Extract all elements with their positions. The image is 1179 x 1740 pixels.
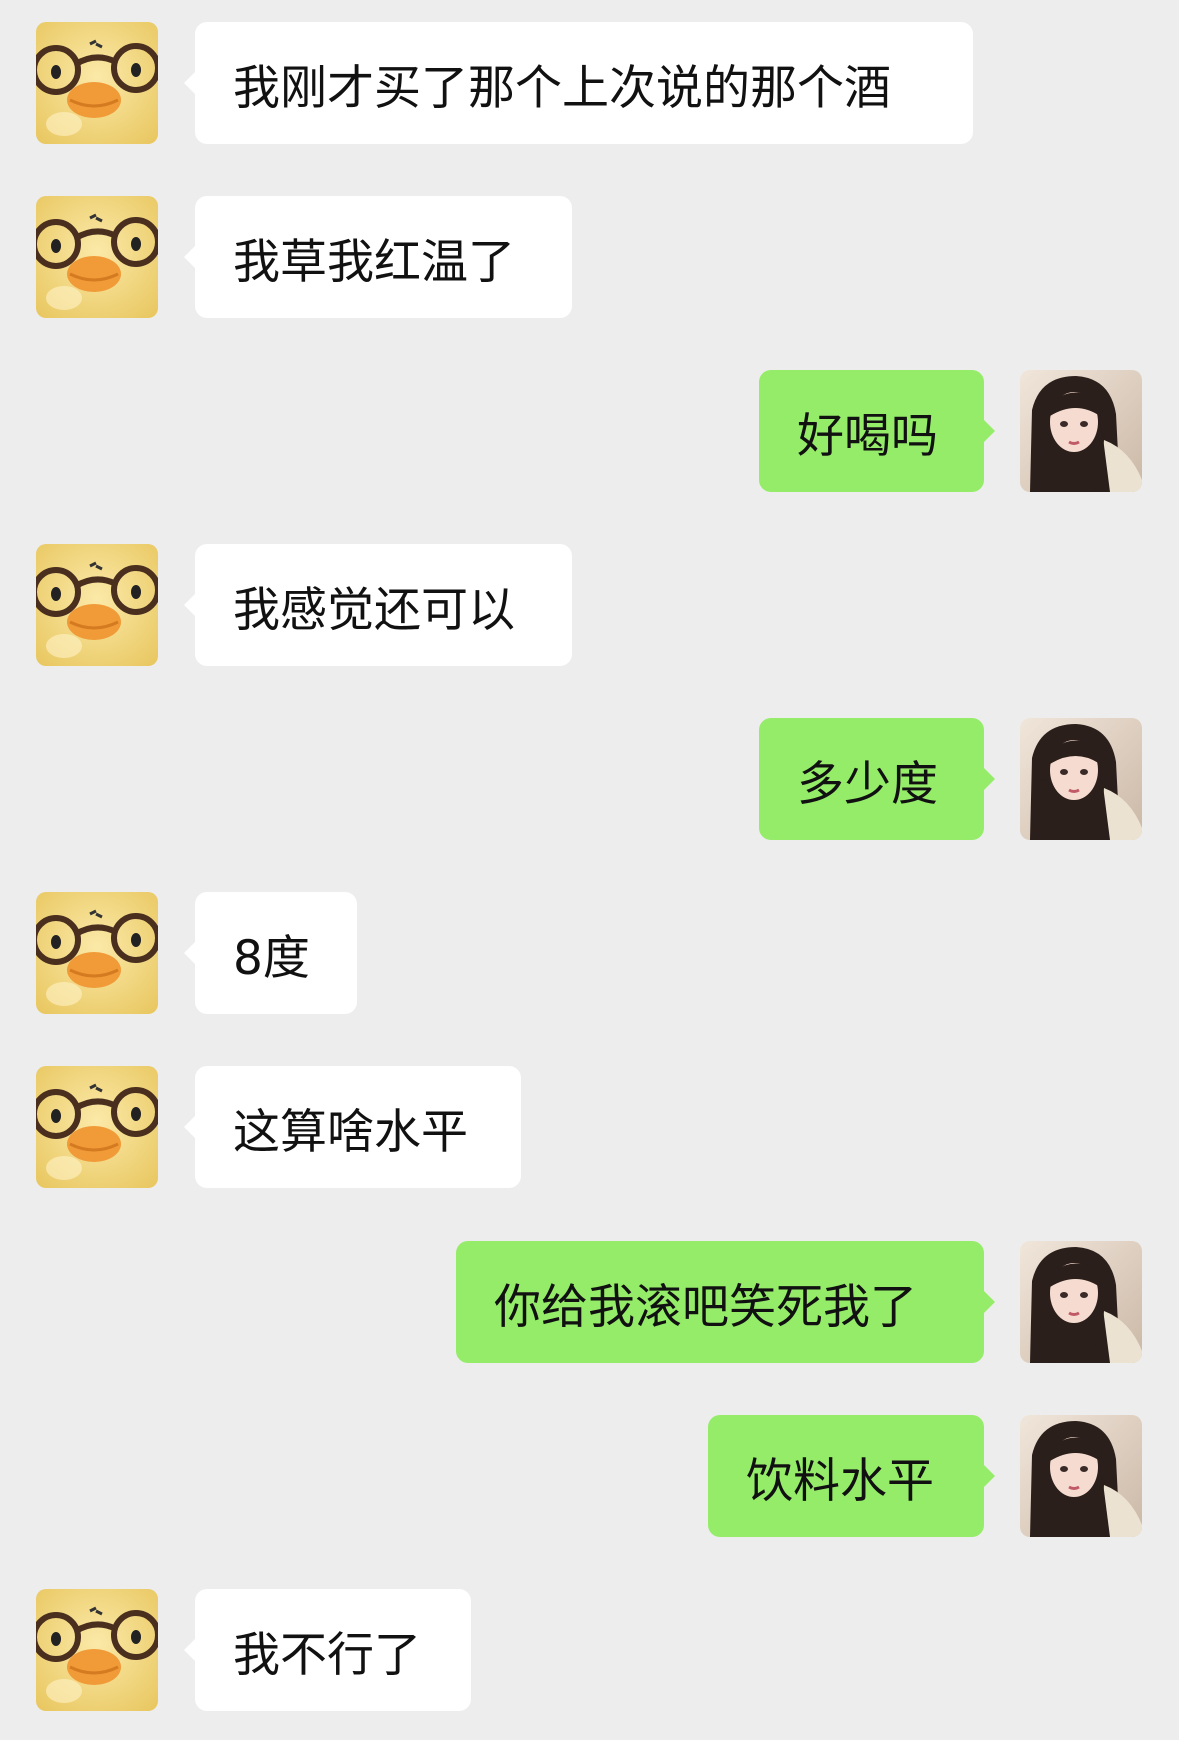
girl-portrait-avatar-icon <box>1020 1415 1142 1537</box>
message-text: 饮料水平 <box>746 1453 934 1509</box>
message-text: 8度 <box>233 930 310 986</box>
duck-with-glasses-avatar-icon <box>36 1589 158 1711</box>
chat-message-list[interactable]: 我刚才买了那个上次说的那个酒 我草我红温了 好喝吗 我感觉还可以 多少度 8度 … <box>0 0 1179 1740</box>
girl-portrait-avatar-icon <box>1020 370 1142 492</box>
message-row-outgoing: 饮料水平 <box>0 1415 1179 1539</box>
message-bubble-outgoing[interactable]: 饮料水平 <box>708 1415 995 1537</box>
message-bubble-outgoing[interactable]: 你给我滚吧笑死我了 <box>456 1241 995 1363</box>
girl-portrait-avatar-icon <box>1020 718 1142 840</box>
message-text: 我草我红温了 <box>233 234 515 290</box>
message-row-outgoing: 多少度 <box>0 718 1179 842</box>
message-text: 好喝吗 <box>797 408 938 464</box>
contact-avatar[interactable] <box>36 1066 158 1188</box>
message-row-outgoing: 好喝吗 <box>0 370 1179 494</box>
duck-with-glasses-avatar-icon <box>36 892 158 1014</box>
duck-with-glasses-avatar-icon <box>36 22 158 144</box>
message-row-incoming: 这算啥水平 <box>0 1066 1179 1190</box>
message-bubble-outgoing[interactable]: 多少度 <box>759 718 995 840</box>
message-row-incoming: 我感觉还可以 <box>0 544 1179 668</box>
contact-avatar[interactable] <box>36 1589 158 1711</box>
message-text: 多少度 <box>797 756 938 812</box>
message-bubble-incoming[interactable]: 我不行了 <box>184 1589 471 1711</box>
duck-with-glasses-avatar-icon <box>36 1066 158 1188</box>
message-row-incoming: 我刚才买了那个上次说的那个酒 <box>0 22 1179 146</box>
message-row-incoming: 我草我红温了 <box>0 196 1179 320</box>
duck-with-glasses-avatar-icon <box>36 544 158 666</box>
message-row-incoming: 我不行了 <box>0 1589 1179 1713</box>
message-text: 这算啥水平 <box>233 1104 468 1160</box>
message-bubble-incoming[interactable]: 我感觉还可以 <box>184 544 572 666</box>
message-text: 你给我滚吧笑死我了 <box>494 1279 917 1335</box>
message-text: 我刚才买了那个上次说的那个酒 <box>233 60 891 116</box>
message-row-incoming: 8度 <box>0 892 1179 1016</box>
message-bubble-incoming[interactable]: 我刚才买了那个上次说的那个酒 <box>184 22 973 144</box>
message-bubble-incoming[interactable]: 这算啥水平 <box>184 1066 521 1188</box>
contact-avatar[interactable] <box>36 196 158 318</box>
message-bubble-outgoing[interactable]: 好喝吗 <box>759 370 995 492</box>
self-avatar[interactable] <box>1020 718 1142 840</box>
self-avatar[interactable] <box>1020 1241 1142 1363</box>
girl-portrait-avatar-icon <box>1020 1241 1142 1363</box>
message-bubble-incoming[interactable]: 8度 <box>184 892 357 1014</box>
contact-avatar[interactable] <box>36 892 158 1014</box>
message-bubble-incoming[interactable]: 我草我红温了 <box>184 196 572 318</box>
self-avatar[interactable] <box>1020 1415 1142 1537</box>
message-row-outgoing: 你给我滚吧笑死我了 <box>0 1241 1179 1365</box>
message-text: 我感觉还可以 <box>233 582 515 638</box>
contact-avatar[interactable] <box>36 22 158 144</box>
message-text: 我不行了 <box>233 1627 421 1683</box>
duck-with-glasses-avatar-icon <box>36 196 158 318</box>
self-avatar[interactable] <box>1020 370 1142 492</box>
contact-avatar[interactable] <box>36 544 158 666</box>
